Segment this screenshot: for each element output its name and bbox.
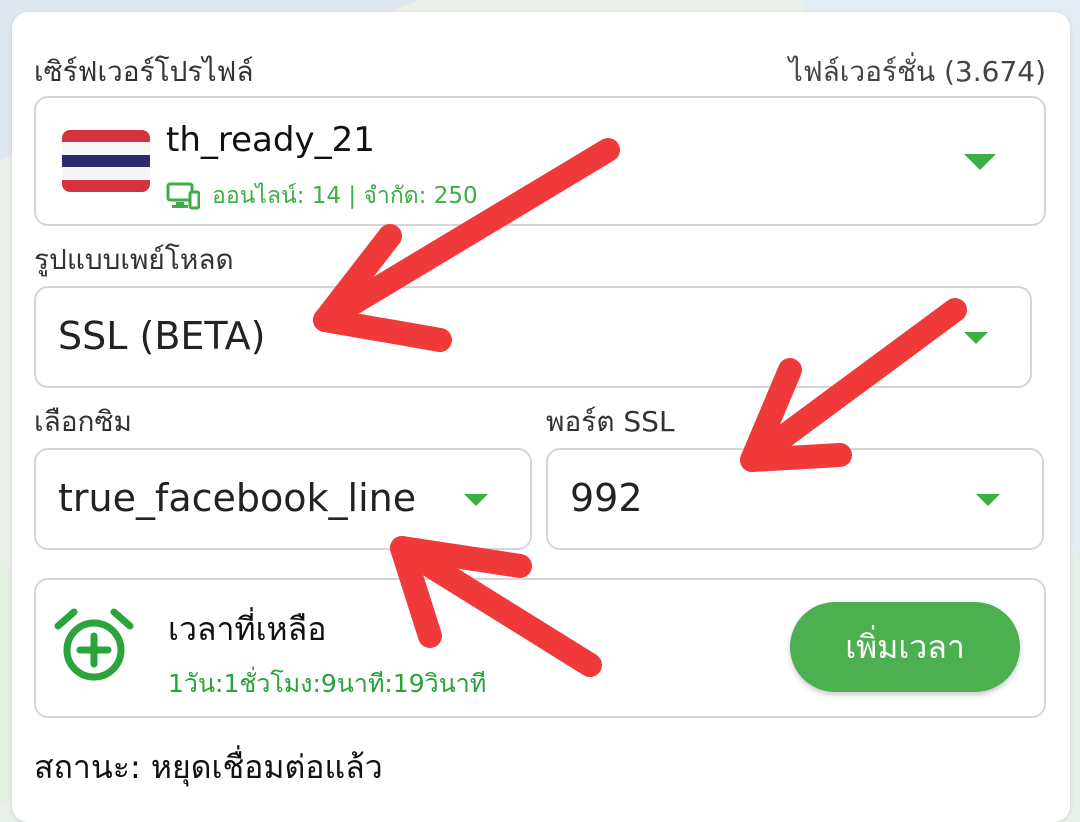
time-remaining-title: เวลาที่เหลือ	[168, 610, 327, 648]
server-name: th_ready_21	[166, 120, 375, 160]
devices-icon	[166, 182, 200, 210]
server-profile-label: เซิร์ฟเวอร์โปรไฟล์	[34, 55, 254, 88]
connection-status: สถานะ: หยุดเชื่อมต่อแล้ว	[34, 748, 383, 786]
payload-select[interactable]: SSL (BETA)	[34, 286, 1032, 388]
ssl-port-value: 992	[570, 476, 643, 520]
chevron-down-icon	[964, 154, 996, 170]
add-time-button[interactable]: เพิ่มเวลา	[790, 602, 1020, 692]
alarm-add-icon	[54, 608, 134, 681]
chevron-down-icon	[976, 494, 1000, 506]
sim-label: เลือกซิม	[34, 405, 132, 438]
chevron-down-icon	[464, 494, 488, 506]
vpn-settings-card: เซิร์ฟเวอร์โปรไฟล์ ไฟล์เวอร์ชั่น (3.674)…	[12, 12, 1070, 822]
time-remaining-value: 1วัน:1ชั่วโมง:9นาที:19วินาที	[168, 669, 487, 698]
file-version-label: ไฟล์เวอร์ชั่น (3.674)	[788, 55, 1046, 88]
sim-value: true_facebook_line	[58, 476, 417, 520]
chevron-down-icon	[964, 332, 988, 344]
payload-label: รูปแบบเพย์โหลด	[34, 243, 234, 276]
payload-value: SSL (BETA)	[58, 314, 266, 358]
server-online-info: ออนไลน์: 14 | จำกัด: 250	[166, 178, 478, 214]
thailand-flag-icon	[62, 130, 150, 192]
server-profile-select[interactable]: th_ready_21 ออนไลน์: 14 | จำกัด: 250	[34, 96, 1046, 226]
sim-select[interactable]: true_facebook_line	[34, 448, 532, 550]
online-limit-text: ออนไลน์: 14 | จำกัด: 250	[212, 183, 478, 209]
ssl-port-select[interactable]: 992	[546, 448, 1044, 550]
ssl-port-label: พอร์ต SSL	[546, 405, 675, 438]
time-remaining-panel: เวลาที่เหลือ 1วัน:1ชั่วโมง:9นาที:19วินาท…	[34, 578, 1046, 718]
